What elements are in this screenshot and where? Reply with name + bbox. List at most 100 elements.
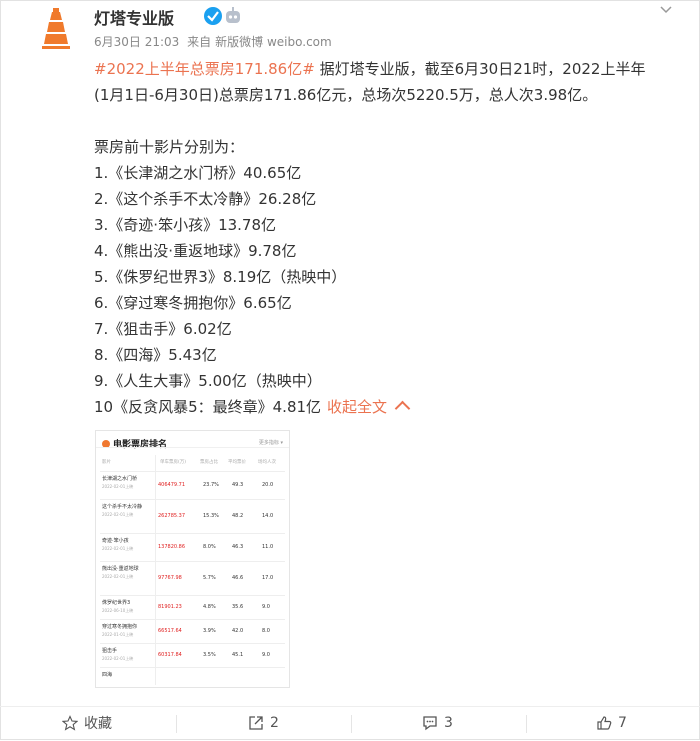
- list-header: 票房前十影片分别为：: [94, 138, 245, 156]
- robot-badge-icon[interactable]: [223, 6, 243, 26]
- list-item: 8.《四海》5.43亿: [94, 346, 217, 364]
- people-value: 11.0: [262, 544, 274, 550]
- lighthouse-avatar-icon[interactable]: [40, 6, 70, 50]
- share-value: 4.8%: [203, 604, 216, 610]
- header-share: 票房占比: [200, 460, 218, 465]
- people-value: 9.0: [262, 652, 270, 658]
- table-row: 四海: [100, 667, 285, 682]
- release-date: 2022-01-01上映: [102, 632, 134, 637]
- body-line-2: (1月1日-6月30日)总票房171.86亿元，总场次5220.5万，总人次3.…: [94, 86, 598, 104]
- price-value: 46.3: [232, 544, 244, 550]
- price-value: 35.6: [232, 604, 244, 610]
- price-value: 46.6: [232, 575, 244, 581]
- box-office-value: 137820.86: [158, 544, 186, 550]
- list-item: 4.《熊出没·重返地球》9.78亿: [94, 242, 297, 260]
- film-name: 四海: [102, 672, 113, 678]
- star-icon: [62, 715, 78, 731]
- header-film: 影片: [102, 460, 111, 465]
- list-item: 9.《人生大事》5.00亿（热映中）: [94, 372, 322, 390]
- post-body: #2022上半年总票房171.86亿# 据灯塔专业版，截至6月30日21时，20…: [94, 56, 684, 420]
- verified-icon: [204, 7, 222, 25]
- collapse-text-link[interactable]: 收起全文: [327, 398, 387, 416]
- divider: [96, 447, 289, 448]
- like-button[interactable]: 7: [596, 713, 627, 733]
- post-image[interactable]: 电影票房排名 更多指标 ▾ 影片 单车票房(万) 票房占比 平均票价 场均人次 …: [95, 430, 290, 688]
- table-row: 奇迹·笨小孩 2022-02-01上映 137820.86 8.0% 46.3 11.0: [100, 533, 285, 562]
- source-prefix: 来自: [187, 35, 212, 49]
- price-value: 48.2: [232, 513, 244, 519]
- price-value: 45.1: [232, 652, 244, 658]
- repost-icon: [249, 716, 263, 730]
- action-bar: 收藏 2 3 7: [0, 706, 700, 741]
- chevron-down-icon[interactable]: [660, 6, 672, 14]
- chevron-up-icon[interactable]: [394, 400, 411, 417]
- list-item: 10《反贪风暴5：最终章》4.81亿: [94, 398, 322, 416]
- table-row: 长津湖之水门桥 2022-02-01上映 406479.71 23.7% 49.3 20.…: [100, 471, 285, 500]
- box-office-value: 97767.98: [158, 575, 182, 581]
- box-office-value: 60317.84: [158, 652, 182, 658]
- box-office-value: 406479.71: [158, 482, 186, 488]
- film-name: 穿过寒冬拥抱你 2022-01-01上映: [102, 624, 152, 638]
- list-item: 5.《侏罗纪世界3》8.19亿（热映中）: [94, 268, 347, 286]
- people-value: 20.0: [262, 482, 274, 488]
- image-more-metrics: 更多指标 ▾: [258, 440, 283, 446]
- table-row: 穿过寒冬拥抱你 2022-01-01上映 66517.64 3.9% 42.0 8.0: [100, 619, 285, 644]
- box-office-value: 66517.64: [158, 628, 182, 634]
- people-value: 9.0: [262, 604, 270, 610]
- header-people: 场均人次: [258, 460, 276, 465]
- body-line-1: 据灯塔专业版，截至6月30日21时，2022上半年: [314, 60, 646, 78]
- username[interactable]: 灯塔专业版: [94, 5, 174, 29]
- release-date: 2022-02-01上映: [102, 512, 134, 517]
- comment-button[interactable]: 3: [422, 713, 453, 733]
- hashtag-link[interactable]: #2022上半年总票房171.86亿#: [94, 60, 315, 78]
- share-value: 3.5%: [203, 652, 216, 658]
- list-item: 3.《奇迹·笨小孩》13.78亿: [94, 216, 277, 234]
- post-time[interactable]: 6月30日 21:03: [94, 35, 179, 49]
- film-name: 熊出没·重返地球 2022-02-01上映: [102, 566, 152, 580]
- share-value: 3.9%: [203, 628, 216, 634]
- comment-count: 3: [444, 715, 453, 731]
- people-value: 8.0: [262, 628, 270, 634]
- favorite-button[interactable]: 收藏: [62, 713, 112, 733]
- film-name: 狙击手 2022-02-01上映: [102, 648, 152, 662]
- like-count: 7: [618, 715, 627, 731]
- share-value: 23.7%: [203, 482, 219, 488]
- list-item: 2.《这个杀手不太冷静》26.28亿: [94, 190, 317, 208]
- price-value: 49.3: [232, 482, 244, 488]
- release-date: 2022-02-01上映: [102, 484, 134, 489]
- divider: [351, 715, 352, 733]
- release-date: 2022-02-01上映: [102, 574, 134, 579]
- film-name: 侏罗纪世界3 2022-06-10上映: [102, 600, 152, 614]
- film-name: 奇迹·笨小孩 2022-02-01上映: [102, 538, 152, 552]
- price-value: 42.0: [232, 628, 244, 634]
- share-value: 5.7%: [203, 575, 216, 581]
- film-name: 这个杀手不太冷静 2022-02-01上映: [102, 504, 152, 518]
- post-meta: 6月30日 21:03 来自 新版微博 weibo.com: [94, 33, 336, 50]
- film-name: 长津湖之水门桥 2022-02-01上映: [102, 476, 152, 490]
- list-item: 1.《长津湖之水门桥》40.65亿: [94, 164, 302, 182]
- release-date: 2022-02-01上映: [102, 546, 134, 551]
- image-title: 电影票房排名: [102, 437, 167, 450]
- list-item: 6.《穿过寒冬拥抱你》6.65亿: [94, 294, 292, 312]
- like-icon: [597, 716, 612, 730]
- repost-button[interactable]: 2: [248, 713, 279, 733]
- box-office-value: 262785.37: [158, 513, 186, 519]
- post-source[interactable]: 新版微博 weibo.com: [215, 35, 332, 49]
- release-date: 2022-06-10上映: [102, 608, 134, 613]
- table-row: 熊出没·重返地球 2022-02-01上映 97767.98 5.7% 46.6 17.0: [100, 561, 285, 596]
- table-row: 狙击手 2022-02-01上映 60317.84 3.5% 45.1 9.0: [100, 643, 285, 668]
- share-value: 15.3%: [203, 513, 219, 519]
- table-row: 这个杀手不太冷静 2022-02-01上映 262785.37 15.3% 48.2 14…: [100, 499, 285, 534]
- divider: [526, 715, 527, 733]
- repost-count: 2: [270, 715, 279, 731]
- people-value: 14.0: [262, 513, 274, 519]
- people-value: 17.0: [262, 575, 274, 581]
- header-price: 平均票价: [228, 460, 246, 465]
- release-date: 2022-02-01上映: [102, 656, 134, 661]
- box-office-value: 81901.23: [158, 604, 182, 610]
- comment-icon: [423, 716, 437, 731]
- share-value: 8.0%: [203, 544, 216, 550]
- list-item: 7.《狙击手》6.02亿: [94, 320, 232, 338]
- favorite-label: 收藏: [84, 716, 112, 732]
- table-row: 侏罗纪世界3 2022-06-10上映 81901.23 4.8% 35.6 9.0: [100, 595, 285, 620]
